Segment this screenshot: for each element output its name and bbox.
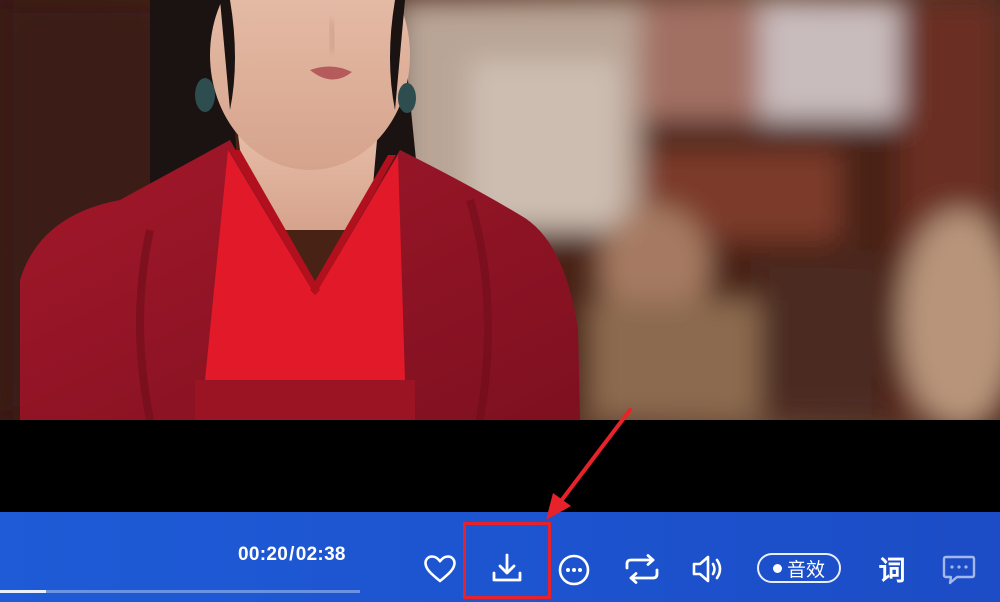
volume-button[interactable] [690,552,728,586]
total-time: 02:38 [295,544,346,565]
progress-bar[interactable] [0,590,360,593]
download-icon [492,553,522,582]
playback-time: 00:20/02:38 [238,544,346,566]
video-scene [0,0,1000,420]
comment-icon [942,555,976,585]
time-separator: / [289,544,295,565]
favorite-button[interactable] [421,552,459,586]
current-time: 00:20 [238,544,289,565]
player-control-bar: 00:20/02:38 音效 词 [0,512,1000,602]
volume-icon [692,555,722,583]
video-frame[interactable] [0,0,1000,420]
repeat-mode-button[interactable] [622,552,662,586]
comment-button[interactable] [940,552,978,588]
sound-effect-label: 音效 [786,558,825,581]
more-options-button[interactable] [556,552,592,588]
lyrics-button[interactable]: 词 [872,548,912,588]
more-options-icon [558,554,590,586]
video-letterbox [0,420,1000,512]
video-player: 00:20/02:38 音效 词 [0,0,1000,602]
progress-bar-fill [0,590,46,593]
sound-effect-button[interactable]: 音效 [757,553,841,583]
repeat-icon [625,554,659,584]
heart-icon [424,555,456,583]
download-button[interactable] [489,550,525,586]
sound-effect-dot-icon [772,563,782,573]
